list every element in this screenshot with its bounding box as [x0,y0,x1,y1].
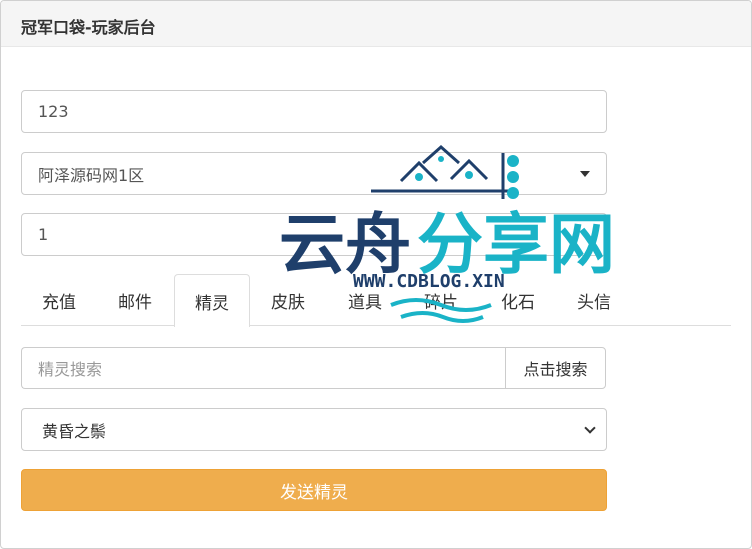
sprite-select[interactable]: 黄昏之鬃 [21,408,607,451]
tab-item[interactable]: 道具 [327,274,403,326]
tab-recharge[interactable]: 充值 [21,274,97,326]
tab-title[interactable]: 头信 [556,274,632,326]
server-select[interactable]: 阿泽源码网1区 [21,152,607,195]
caret-down-icon [580,170,590,177]
tab-fossil[interactable]: 化石 [480,274,556,326]
chevron-down-icon [584,421,596,434]
panel-title: 冠军口袋-玩家后台 [1,1,751,47]
send-sprite-button[interactable]: 发送精灵 [21,469,607,511]
server-select-value: 阿泽源码网1区 [38,165,145,185]
tab-skin[interactable]: 皮肤 [250,274,326,326]
tab-sprite[interactable]: 精灵 [174,274,250,327]
sprite-search-group: 精灵搜索 点击搜索 [21,347,606,389]
player-backend-panel: 冠军口袋-玩家后台 123 阿泽源码网1区 1 充值 邮件 精灵 皮肤 道具 碎… [0,0,752,549]
sprite-select-value: 黄昏之鬃 [42,421,107,441]
account-input[interactable]: 123 [21,90,607,133]
quantity-input[interactable]: 1 [21,213,607,256]
quantity-input-value: 1 [38,225,49,244]
sprite-search-input[interactable]: 精灵搜索 [21,347,505,389]
search-button[interactable]: 点击搜索 [505,347,606,389]
tab-mail[interactable]: 邮件 [97,274,173,326]
tab-fragment[interactable]: 碎片 [403,274,479,326]
account-input-value: 123 [38,102,69,121]
tab-bar: 充值 邮件 精灵 皮肤 道具 碎片 化石 头信 [21,274,731,327]
